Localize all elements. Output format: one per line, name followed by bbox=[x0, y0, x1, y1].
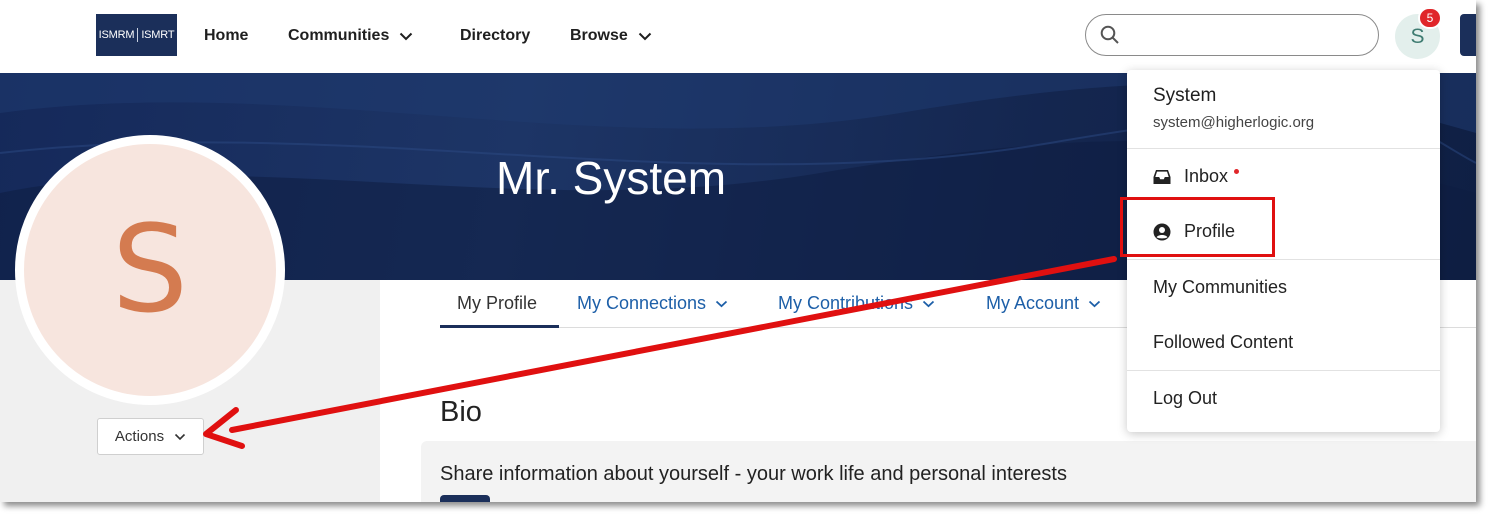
chevron-down-icon bbox=[1088, 300, 1101, 307]
menu-item-followed-content[interactable]: Followed Content bbox=[1153, 332, 1293, 353]
profile-avatar-initial: S bbox=[111, 200, 189, 340]
nav-communities[interactable]: Communities bbox=[288, 25, 413, 47]
actions-dropdown-button[interactable]: Actions bbox=[97, 418, 204, 455]
inbox-icon bbox=[1153, 168, 1171, 186]
profile-name-heading: Mr. System bbox=[496, 152, 727, 204]
tab-label: My Account bbox=[986, 293, 1080, 313]
site-logo[interactable]: ISMRM ISMRT bbox=[96, 14, 177, 56]
unread-indicator bbox=[1234, 169, 1240, 174]
header-action-button[interactable] bbox=[1460, 14, 1476, 56]
chevron-down-icon bbox=[922, 300, 935, 307]
search-input[interactable] bbox=[1130, 23, 1360, 47]
notification-count: 5 bbox=[1426, 11, 1434, 25]
chevron-down-icon bbox=[400, 32, 413, 40]
chevron-down-icon bbox=[715, 300, 728, 307]
menu-item-inbox[interactable]: Inbox bbox=[1153, 166, 1240, 187]
menu-item-label: Inbox bbox=[1184, 166, 1229, 186]
nav-directory-label: Directory bbox=[460, 27, 531, 44]
tab-my-connections[interactable]: My Connections bbox=[577, 293, 728, 314]
nav-home-label: Home bbox=[204, 27, 249, 44]
menu-divider bbox=[1127, 148, 1440, 149]
browser-viewport: ISMRM ISMRT Home Communities Directory B… bbox=[0, 0, 1476, 502]
chevron-down-icon bbox=[638, 32, 652, 40]
bio-heading: Bio bbox=[440, 396, 482, 428]
nav-browse-label: Browse bbox=[570, 27, 628, 44]
menu-item-log-out[interactable]: Log Out bbox=[1153, 388, 1217, 409]
tab-label: My Profile bbox=[457, 293, 538, 313]
nav-browse[interactable]: Browse bbox=[570, 25, 652, 47]
menu-item-label: My Communities bbox=[1153, 277, 1288, 297]
notification-badge: 5 bbox=[1418, 7, 1442, 29]
tab-my-profile[interactable]: My Profile bbox=[457, 293, 537, 314]
logo-separator bbox=[137, 28, 139, 42]
menu-item-my-communities[interactable]: My Communities bbox=[1153, 277, 1287, 298]
annotation-highlight-box bbox=[1120, 197, 1275, 257]
top-navigation: ISMRM ISMRT Home Communities Directory B… bbox=[0, 0, 1476, 73]
logo-text-left: ISMRM bbox=[98, 29, 135, 41]
search-box[interactable] bbox=[1085, 14, 1379, 56]
nav-communities-label: Communities bbox=[288, 27, 390, 44]
tab-my-account[interactable]: My Account bbox=[986, 293, 1101, 314]
profile-avatar: S bbox=[15, 135, 285, 405]
actions-label: Actions bbox=[114, 428, 165, 445]
menu-item-label: Followed Content bbox=[1153, 332, 1294, 352]
menu-user-email: system@higherlogic.org bbox=[1153, 114, 1315, 131]
menu-divider bbox=[1127, 370, 1440, 371]
menu-item-label: Log Out bbox=[1153, 388, 1218, 408]
user-avatar-initial: S bbox=[1410, 24, 1425, 48]
bio-edit-button[interactable] bbox=[440, 495, 490, 502]
bio-prompt-text: Share information about yourself - your … bbox=[440, 463, 1067, 485]
menu-divider bbox=[1127, 259, 1440, 260]
tab-label: My Contributions bbox=[778, 293, 914, 313]
tab-my-contributions[interactable]: My Contributions bbox=[778, 293, 935, 314]
logo-text-right: ISMRT bbox=[141, 29, 175, 41]
search-icon bbox=[1100, 25, 1119, 44]
menu-user-name: System bbox=[1153, 85, 1217, 106]
chevron-down-icon bbox=[175, 433, 186, 440]
active-tab-indicator bbox=[440, 325, 559, 328]
nav-home[interactable]: Home bbox=[204, 25, 248, 47]
bio-panel: Share information about yourself - your … bbox=[421, 441, 1476, 502]
nav-directory[interactable]: Directory bbox=[460, 25, 530, 47]
tab-label: My Connections bbox=[577, 293, 707, 313]
